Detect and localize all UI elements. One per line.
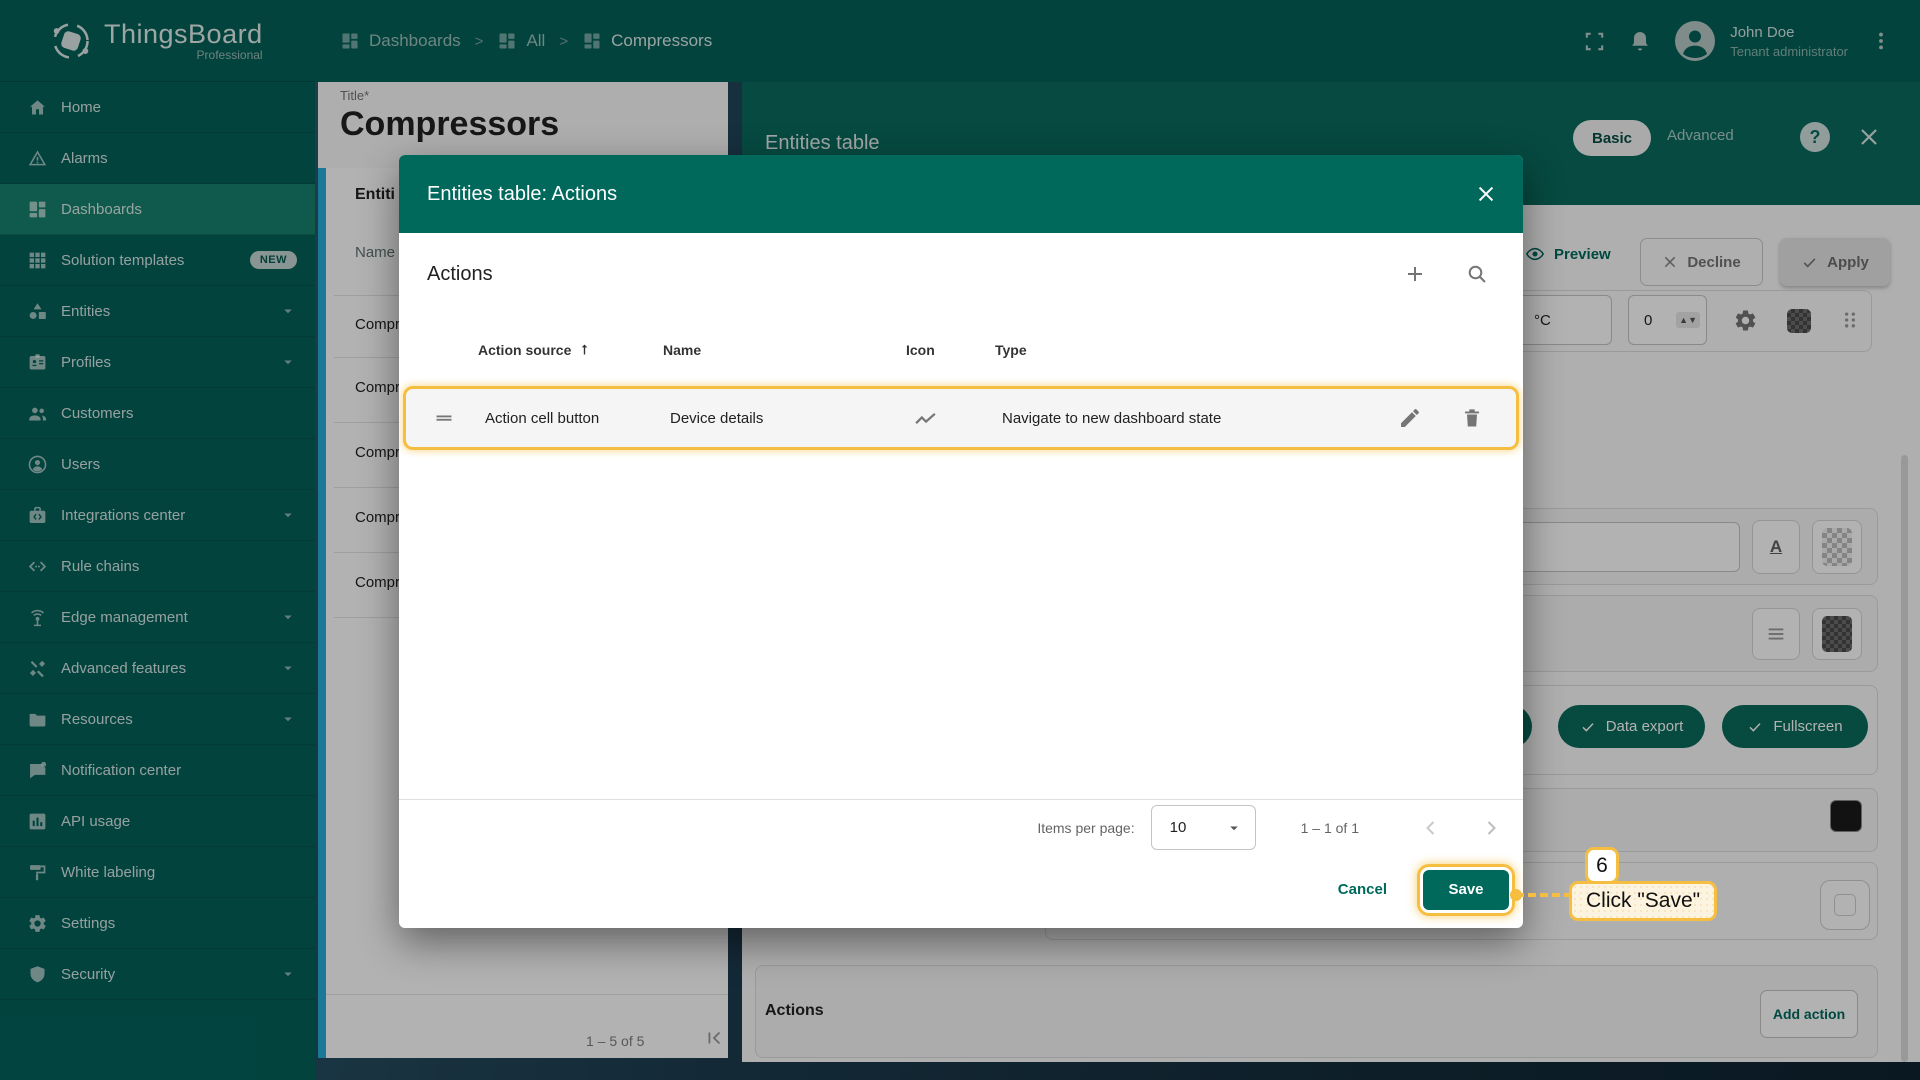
column-icon[interactable]: Icon (906, 342, 995, 358)
page-range-label: 1 – 1 of 1 (1300, 819, 1359, 836)
edit-pencil-icon[interactable] (1398, 406, 1422, 430)
items-per-page-label: Items per page: (1037, 819, 1135, 836)
actions-section-title: Actions (427, 262, 493, 285)
next-page-icon[interactable] (1479, 816, 1503, 840)
action-type-cell: Navigate to new dashboard state (1002, 409, 1222, 427)
previous-page-icon[interactable] (1419, 816, 1443, 840)
cancel-button[interactable]: Cancel (1316, 871, 1409, 908)
add-action-icon[interactable] (1403, 262, 1427, 286)
annotation-label: Click "Save" (1569, 881, 1718, 921)
thingsboard-app: ThingsBoard Professional Home Alarms Das… (0, 0, 1920, 1080)
drag-handle-icon[interactable] (434, 408, 485, 428)
entities-table-actions-dialog: Entities table: Actions Actions Action s… (399, 155, 1523, 928)
column-name[interactable]: Name (663, 342, 906, 358)
delete-trash-icon[interactable] (1460, 406, 1484, 430)
save-button[interactable]: Save (1423, 869, 1509, 910)
dialog-paginator: Items per page: 10 1 – 1 of 1 (399, 799, 1523, 855)
column-type[interactable]: Type (995, 342, 1405, 358)
action-name-cell: Device details (670, 409, 764, 427)
select-caret-icon (1229, 826, 1238, 830)
dialog-close-icon[interactable] (1475, 183, 1497, 205)
action-row-highlighted[interactable]: Action cell button Device details Naviga… (403, 386, 1519, 450)
action-source-cell: Action cell button (485, 409, 600, 427)
search-icon[interactable] (1465, 262, 1489, 286)
timeline-icon (913, 406, 1002, 431)
actions-toolbar: Actions (399, 233, 1523, 315)
sort-asc-icon (582, 344, 588, 355)
dialog-header: Entities table: Actions (399, 155, 1523, 233)
column-action-source[interactable]: Action source (478, 342, 663, 358)
dialog-title: Entities table: Actions (427, 182, 618, 205)
dialog-footer: Cancel Save (399, 855, 1523, 928)
annotation-step-badge: 6 (1585, 847, 1619, 884)
actions-table-header: Action source Name Icon Type (399, 315, 1523, 384)
page-size-select[interactable]: 10 (1150, 805, 1256, 850)
save-button-highlight: Save (1417, 863, 1515, 916)
annotation-connector (1510, 889, 1572, 901)
